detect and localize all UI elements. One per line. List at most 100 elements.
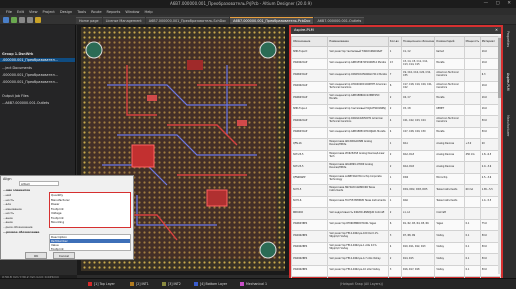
tab-home[interactable]: Home page	[76, 17, 102, 24]
menu-edit[interactable]: Edit	[17, 10, 24, 14]
table-row[interactable]: XW0603CAP Чип конденсатор GRM1885C1H100JA…	[290, 126, 502, 139]
table-row[interactable]: SC70-5 Микросхема SN74LVC1G08DCKR Texas I…	[290, 184, 502, 197]
menu-design[interactable]: Design	[60, 10, 72, 14]
table-cell	[463, 46, 481, 59]
close-icon[interactable]: ✕	[495, 28, 498, 32]
menu-bar: File Edit View Project Design Tools Rout…	[0, 8, 516, 15]
outjob-item[interactable]: ...A6B7.000000.001.Outlets	[2, 101, 49, 105]
source-field-value: Altium	[21, 182, 31, 186]
menu-window[interactable]: Window	[125, 10, 139, 14]
menu-tools[interactable]: Tools	[77, 10, 86, 14]
table-row[interactable]: SOT-23-5 Микросхема LTC6252IS5 Analog Dev…	[290, 149, 502, 162]
table-row[interactable]: XW0402RES Чип резистор FP12-0402-ps-100 О…	[290, 230, 502, 243]
table-row[interactable]: SMD-Тuре A Чип конденсатор танталовый TAJ…	[290, 103, 502, 116]
menu-help[interactable]: Help	[145, 10, 153, 14]
table-cell: DA1	[401, 138, 436, 151]
table-row[interactable]: XW0402RES Чип резистор FP12-0402-ps-10 кО…	[290, 264, 502, 277]
table-row[interactable]: XW0603CAP Чип конденсатор GRM188R61C226ME…	[290, 92, 502, 105]
menu-file[interactable]: File	[6, 10, 12, 14]
document-item[interactable]: .000000.001_Преобразовател...	[2, 80, 58, 84]
mounting-hole	[259, 241, 277, 259]
cancel-button[interactable]: Cancel	[53, 252, 75, 259]
side-tab-properties[interactable]: Properties	[506, 31, 510, 47]
list-item[interactable]: Voltage	[51, 211, 62, 215]
settings-icon[interactable]	[35, 17, 41, 23]
outjob-folder[interactable]: Output Job Files	[2, 94, 29, 98]
component[interactable]	[187, 60, 203, 70]
column-header[interactable]: Комментарий	[434, 36, 465, 47]
table-cell: XW0603CAP	[290, 126, 329, 139]
table-row[interactable]: XW0402CAP Чип конденсатор 0402L102K500T1 …	[290, 115, 502, 128]
workspace-item[interactable]: Group 1.DsnWrk	[2, 52, 33, 56]
dropdown-list[interactable]: Description PartNumber Value Footprint	[49, 234, 131, 251]
menu-route[interactable]: Route	[91, 10, 101, 14]
list-item[interactable]: Power	[51, 202, 59, 206]
table-cell: 1	[387, 172, 403, 185]
column-header[interactable]: Наименование	[327, 36, 389, 47]
redo-icon[interactable]	[27, 17, 33, 23]
list-item[interactable]: Footprint	[51, 216, 64, 220]
side-tab-manufacturer[interactable]: Manufacturer	[506, 115, 510, 136]
column-header[interactable]: Кол-во	[387, 36, 403, 47]
table-row[interactable]: XW0402CAP Чип конденсатор GRM155R71E104KE…	[290, 57, 502, 70]
table-cell: 2	[387, 253, 403, 266]
table-row[interactable]: XW0402CAP Чип конденсатор ATC0402DX104KTM…	[290, 80, 502, 93]
table-cell: L1, L2	[401, 207, 436, 220]
menu-reports[interactable]: Reports	[107, 10, 121, 14]
list-item[interactable]: Manufacturer	[51, 198, 70, 202]
open-icon[interactable]	[3, 17, 9, 23]
undo-icon[interactable]	[19, 17, 25, 23]
table-row[interactable]: SMD-Тuре D Чип резистор танталовый T491D1…	[290, 46, 502, 59]
ic-component[interactable]	[206, 189, 228, 207]
tab-license[interactable]: License Management	[102, 17, 145, 24]
tab-outjob[interactable]: A6B7.000000.001.Outlets	[314, 17, 365, 24]
layer-tab-top[interactable]: [1] Top Layer	[94, 282, 115, 286]
table-cell: 6	[387, 80, 403, 93]
window-controls[interactable]: — ▢ ✕	[484, 1, 514, 6]
aspire-plm-panel: Aspire-PLM ✕ Обозначение Наименование Ко…	[289, 25, 503, 289]
documents-folder[interactable]: ...ject Documents	[2, 66, 32, 70]
column-header[interactable]: Позиционное обозначение	[401, 36, 436, 47]
parameter-list[interactable]: Quantity Manufacturer Power Footprint Vo…	[49, 192, 131, 228]
side-tab-aspire[interactable]: Aspire-PLM	[506, 73, 510, 91]
list-item[interactable]: Footprint	[51, 247, 64, 251]
menu-view[interactable]: View	[29, 10, 38, 14]
ic-component[interactable]	[131, 144, 155, 168]
table-cell: XW0603CAP	[290, 69, 329, 82]
document-item[interactable]: .000000.001_Преобразовател...	[2, 73, 58, 77]
layer-tab-int1[interactable]: [2] INT1	[136, 282, 149, 286]
list-item-selected[interactable]: PartNumber	[50, 239, 130, 243]
table-row[interactable]: SC70-6 Микросхема TLV75533PDBVR Texas Ins…	[290, 195, 502, 208]
ok-button[interactable]: OK	[25, 252, 47, 259]
table-row[interactable]: IND0402 Чип индуктивность 0402DC-6N8XJLW …	[290, 207, 502, 220]
project-item[interactable]: .000000.001_Преобразовател...	[0, 58, 75, 62]
table-row[interactable]: XW0402RES Чип резистор FP12-0402-ps-4.7 к…	[290, 253, 502, 266]
component[interactable]	[147, 95, 157, 101]
layer-tab-bottom[interactable]: [4] Bottom Layer	[200, 282, 227, 286]
table-row[interactable]: QFN-16 Микросхема ADL5904ACPZN Analog Dev…	[290, 138, 502, 151]
tab-schematic[interactable]: A6B7.000000.001_Преобразователь.SchDoc	[145, 17, 230, 24]
column-header[interactable]: Мощность	[463, 36, 481, 47]
column-header[interactable]: Обозначение	[290, 36, 329, 47]
table-cell: R14, R15	[401, 253, 436, 266]
table-row[interactable]: XW0402RES Чип резистор FP12-0402-ps-1 кОм…	[290, 241, 502, 254]
component[interactable]	[237, 120, 247, 126]
table-row[interactable]: QFN48GEP Микросхема LAN8740AI Microchip C…	[290, 172, 502, 185]
table-row[interactable]: SOT-23-5 Микросхема ADA4899-1YRDZ Analog …	[290, 161, 502, 174]
table-cell: R1, R2, R3, R4, R5, R6	[401, 218, 436, 231]
table-row[interactable]: XW0603CAP Чип конденсатор C0603C105K4RAC7…	[290, 69, 502, 82]
tab-pcb[interactable]: A6B7.000000.001_Преобразователь.PcbDoc	[230, 17, 314, 24]
scrollbar[interactable]	[498, 36, 501, 274]
layer-tab-mechanical[interactable]: Mechanical 1	[246, 282, 267, 286]
list-item[interactable]: Footprint	[51, 207, 64, 211]
table-cell: QFN-16	[290, 138, 329, 151]
menu-project[interactable]: Project	[43, 10, 55, 14]
table-row[interactable]: XW0603RES Чип резистор RT0603BRD0710KL Ya…	[290, 218, 502, 231]
layer-tab-int2[interactable]: [3] INT2	[168, 282, 181, 286]
list-item[interactable]: Mounting	[51, 220, 64, 224]
source-field[interactable]: Altium	[19, 181, 59, 186]
scroll-thumb[interactable]	[498, 38, 501, 98]
list-item[interactable]: Quantity	[51, 193, 63, 197]
save-icon[interactable]	[11, 17, 17, 23]
table-cell	[463, 103, 481, 116]
